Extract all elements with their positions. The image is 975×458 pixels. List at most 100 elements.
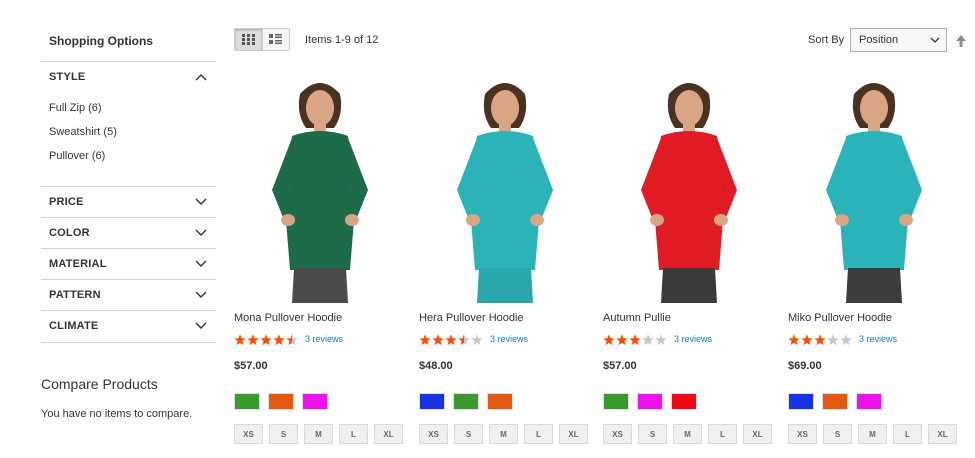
star-icon [432,334,444,346]
size-swatch[interactable]: L [893,424,922,444]
color-swatch[interactable] [487,393,513,410]
items-amount: Items 1-9 of 12 [305,34,379,46]
star-icon [471,334,483,346]
option-label: Pullover [49,150,89,162]
rating-stars [419,334,483,346]
sort-by-value: Position [859,34,899,46]
filter-pattern-header[interactable]: PATTERN [41,280,216,310]
size-swatch[interactable]: L [524,424,553,444]
view-mode-switcher [234,28,290,51]
size-swatches: XS S M L XL [603,424,772,444]
chevron-down-icon [930,37,940,43]
size-swatches: XS S M L XL [788,424,957,444]
filter-style-header[interactable]: STYLE [41,62,216,92]
filter-option-full-zip[interactable]: Full Zip (6) [49,102,102,114]
product-image[interactable] [788,70,960,303]
size-swatch[interactable]: S [823,424,852,444]
product-image[interactable] [603,70,775,303]
size-swatch[interactable]: M [489,424,518,444]
size-swatch[interactable]: L [339,424,368,444]
size-swatch[interactable]: XL [928,424,957,444]
reviews-link[interactable]: 3 reviews [859,334,897,344]
filter-climate-header[interactable]: CLIMATE [41,311,216,341]
star-icon [247,334,259,346]
color-swatch[interactable] [822,393,848,410]
product-name-link[interactable]: Hera Pullover Hoodie [419,312,524,324]
product-image[interactable] [419,70,591,303]
product-name-link[interactable]: Mona Pullover Hoodie [234,312,342,324]
color-swatches [419,393,513,410]
star-icon [286,334,298,346]
star-icon [260,334,272,346]
color-swatch[interactable] [603,393,629,410]
star-icon [234,334,246,346]
filter-option-sweatshirt[interactable]: Sweatshirt (5) [49,126,117,138]
sort-by-select[interactable]: Position [850,28,947,52]
size-swatch[interactable]: XS [419,424,448,444]
color-swatch[interactable] [671,393,697,410]
size-swatch[interactable]: XL [374,424,403,444]
star-icon [655,334,667,346]
star-icon [788,334,800,346]
star-icon [616,334,628,346]
grid-view-button[interactable] [235,29,262,50]
product-price: $69.00 [788,360,822,372]
size-swatch[interactable]: XS [788,424,817,444]
size-swatches: XS S M L XL [419,424,588,444]
size-swatches: XS S M L XL [234,424,403,444]
size-swatch[interactable]: XS [234,424,263,444]
product-name-link[interactable]: Miko Pullover Hoodie [788,312,892,324]
sort-by-label: Sort By [808,34,845,46]
size-swatch[interactable]: S [269,424,298,444]
option-label: Full Zip [49,102,86,114]
size-swatch[interactable]: XL [743,424,772,444]
star-icon [827,334,839,346]
rating-stars [234,334,298,346]
color-swatch[interactable] [453,393,479,410]
color-swatch[interactable] [302,393,328,410]
filter-title: PATTERN [49,289,101,301]
list-view-button[interactable] [261,29,289,50]
size-swatch[interactable]: M [304,424,333,444]
sort-direction-icon[interactable] [955,34,967,48]
product-price: $48.00 [419,360,453,372]
color-swatch[interactable] [419,393,445,410]
size-swatch[interactable]: M [858,424,887,444]
filter-color-header[interactable]: COLOR [41,218,216,248]
color-swatch[interactable] [234,393,260,410]
color-swatches [234,393,328,410]
shopping-options-title: Shopping Options [49,34,153,48]
size-swatch[interactable]: S [638,424,667,444]
color-swatch[interactable] [788,393,814,410]
size-swatch[interactable]: S [454,424,483,444]
size-swatch[interactable]: L [708,424,737,444]
filter-option-pullover[interactable]: Pullover (6) [49,150,105,162]
size-swatch[interactable]: M [673,424,702,444]
star-icon [458,334,470,346]
chevron-down-icon [194,319,208,333]
color-swatches [788,393,882,410]
filter-material-header[interactable]: MATERIAL [41,249,216,279]
reviews-link[interactable]: 3 reviews [674,334,712,344]
star-icon [445,334,457,346]
grid-icon [241,34,255,45]
filter-title: PRICE [49,196,84,208]
divider [41,342,216,343]
product-card: Mona Pullover Hoodie 3 reviews $57.00 XS S M L… [234,70,406,458]
product-image[interactable] [234,70,406,303]
color-swatch[interactable] [637,393,663,410]
chevron-down-icon [194,288,208,302]
reviews-link[interactable]: 3 reviews [490,334,528,344]
size-swatch[interactable]: XS [603,424,632,444]
star-icon [419,334,431,346]
option-count: (6) [88,102,102,114]
color-swatch[interactable] [856,393,882,410]
product-name-link[interactable]: Autumn Pullie [603,312,671,324]
filter-style-title: STYLE [49,71,86,83]
size-swatch[interactable]: XL [559,424,588,444]
product-card: Autumn Pullie 3 reviews $57.00 XS S M L XL [603,70,775,458]
reviews-link[interactable]: 3 reviews [305,334,343,344]
star-icon [273,334,285,346]
color-swatch[interactable] [268,393,294,410]
filter-price-header[interactable]: PRICE [41,187,216,217]
